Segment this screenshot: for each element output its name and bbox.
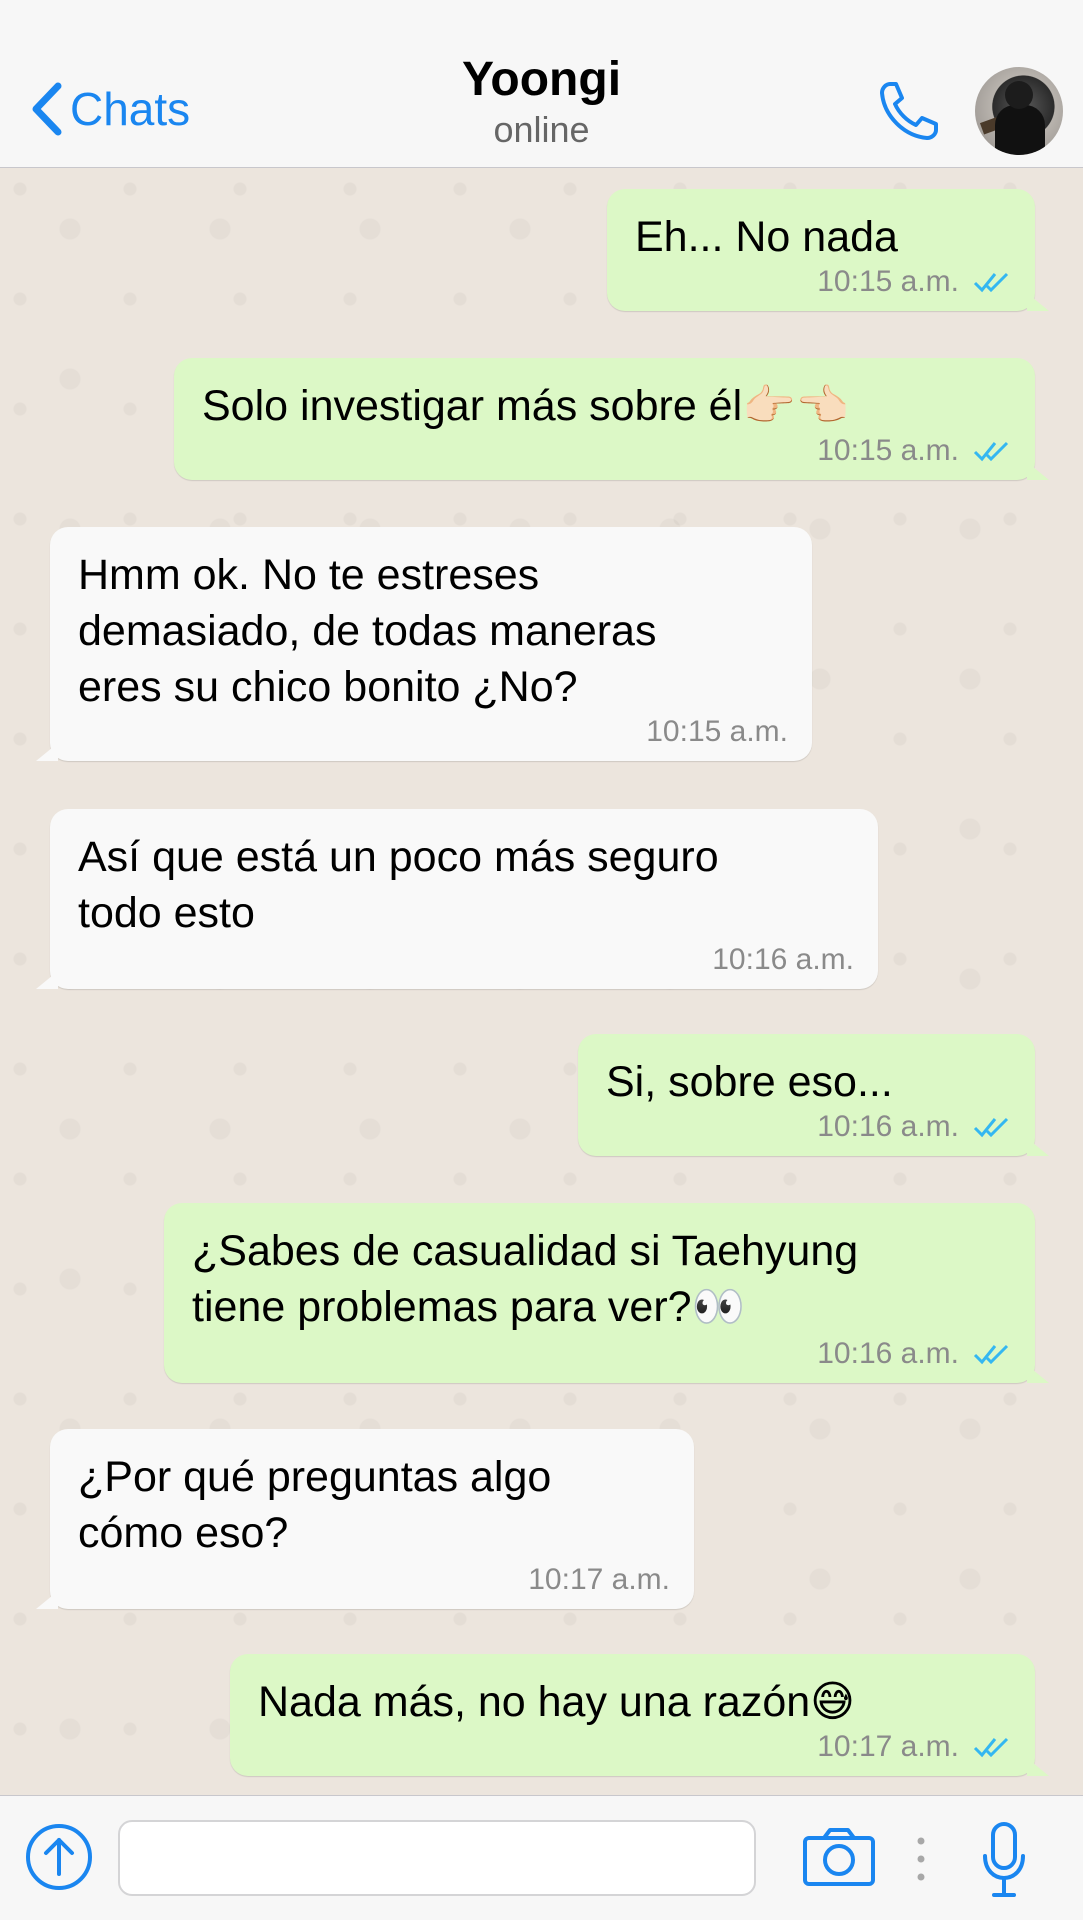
message-meta: 10:15 a.m.	[817, 265, 1011, 299]
message-bubble-outgoing[interactable]: Nada más, no hay una razón😅 10:17 a.m.	[230, 1654, 1049, 1776]
message-bubble-incoming[interactable]: Así que está un poco más seguro todo est…	[36, 809, 878, 989]
message-time: 10:15 a.m.	[817, 434, 959, 467]
double-check-icon	[973, 1344, 1009, 1365]
message-time: 10:16 a.m.	[817, 1337, 959, 1370]
message-bubble-outgoing[interactable]: Solo investigar más sobre él👉🏻👈🏻 10:15 a…	[174, 358, 1049, 480]
message-bubble-incoming[interactable]: Hmm ok. No te estreses demasiado, de tod…	[36, 527, 812, 761]
double-check-icon	[973, 1117, 1009, 1138]
message-meta: 10:17 a.m.	[817, 1730, 1011, 1764]
message-text: Si, sobre eso...	[606, 1058, 893, 1106]
camera-icon[interactable]	[802, 1826, 876, 1888]
message-meta: 10:16 a.m.	[817, 1337, 1011, 1371]
message-text: ¿Por qué preguntas algo cómo eso?	[78, 1453, 552, 1557]
message-text: Nada más, no hay una razón😅	[258, 1678, 856, 1726]
message-text: Eh... No nada	[635, 213, 898, 261]
message-meta: 10:15 a.m.	[646, 715, 788, 749]
message-meta: 10:16 a.m.	[712, 943, 854, 977]
message-text: Así que está un poco más seguro todo est…	[78, 833, 719, 937]
message-text: ¿Sabes de casualidad si Taehyung tiene p…	[192, 1227, 859, 1331]
message-bubble-incoming[interactable]: ¿Por qué preguntas algo cómo eso? 10:17 …	[36, 1429, 694, 1609]
message-bubble-outgoing[interactable]: Si, sobre eso... 10:16 a.m.	[578, 1034, 1049, 1156]
vertical-dots-icon[interactable]	[916, 1836, 926, 1882]
message-meta: 10:16 a.m.	[817, 1110, 1011, 1144]
message-input[interactable]	[118, 1820, 756, 1896]
chat-header: Chats Yoongi online	[0, 0, 1083, 168]
message-text: Hmm ok. No te estreses demasiado, de tod…	[78, 551, 657, 711]
message-time: 10:16 a.m.	[817, 1110, 959, 1143]
upload-arrow-icon[interactable]	[24, 1822, 94, 1892]
double-check-icon	[973, 272, 1009, 293]
message-bubble-outgoing[interactable]: Eh... No nada 10:15 a.m.	[607, 189, 1049, 311]
message-time: 10:15 a.m.	[817, 265, 959, 298]
message-meta: 10:17 a.m.	[528, 1563, 670, 1597]
phone-icon[interactable]	[876, 78, 942, 144]
message-time: 10:17 a.m.	[817, 1730, 959, 1763]
message-time: 10:17 a.m.	[528, 1563, 670, 1596]
message-time: 10:15 a.m.	[646, 715, 788, 748]
microphone-icon[interactable]	[980, 1820, 1028, 1900]
double-check-icon	[973, 1737, 1009, 1758]
message-list[interactable]: Eh... No nada 10:15 a.m. Solo investigar…	[0, 169, 1083, 1795]
double-check-icon	[973, 441, 1009, 462]
composer-bar	[0, 1795, 1083, 1920]
message-bubble-outgoing[interactable]: ¿Sabes de casualidad si Taehyung tiene p…	[164, 1203, 1049, 1383]
message-meta: 10:15 a.m.	[817, 434, 1011, 468]
message-text: Solo investigar más sobre él👉🏻👈🏻	[202, 382, 850, 430]
avatar[interactable]	[975, 67, 1063, 155]
message-time: 10:16 a.m.	[712, 943, 854, 976]
